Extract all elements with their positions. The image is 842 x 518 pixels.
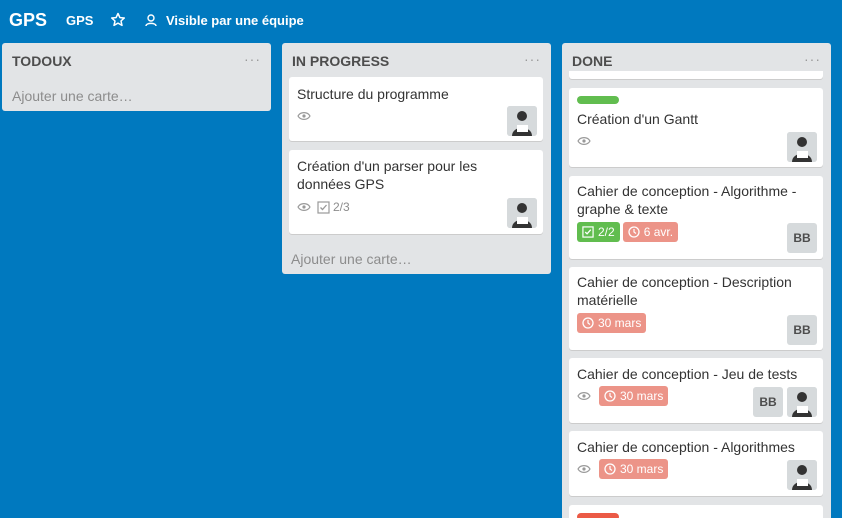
- member-avatar[interactable]: [507, 198, 537, 228]
- checklist-icon: [582, 226, 594, 238]
- card-title: Création d'un Gantt: [577, 111, 698, 127]
- card-partial[interactable]: [569, 71, 823, 79]
- member-avatar[interactable]: [787, 460, 817, 490]
- due-date: 30 mars: [620, 462, 664, 476]
- list-todoux: TODOUX ··· Ajouter une carte…: [2, 43, 271, 111]
- card-parser-gps[interactable]: Création d'un parser pour les données GP…: [289, 150, 543, 234]
- card-gantt[interactable]: Création d'un Gantt: [569, 88, 823, 167]
- checklist-count: 2/3: [333, 200, 350, 214]
- member-initials[interactable]: BB: [787, 223, 817, 253]
- card-title: Cahier de conception - Algorithme - grap…: [577, 183, 797, 217]
- card-structure-programme[interactable]: Structure du programme: [289, 77, 543, 141]
- card-title: Structure du programme: [297, 86, 449, 102]
- watch-icon: [577, 392, 591, 400]
- member-avatar[interactable]: [787, 132, 817, 162]
- avatar-icon: [787, 132, 817, 162]
- list-title[interactable]: DONE: [572, 53, 612, 69]
- list-title[interactable]: TODOUX: [12, 53, 72, 69]
- visibility-label[interactable]: Visible par une équipe: [166, 13, 304, 28]
- label-green[interactable]: [577, 96, 619, 104]
- clock-icon: [604, 463, 616, 475]
- member-avatar[interactable]: [787, 387, 817, 417]
- checklist-icon: [317, 200, 330, 214]
- team-visibility-icon[interactable]: [144, 13, 158, 27]
- checklist-badge: 2/2: [577, 222, 620, 242]
- card-badges: 30 mars: [577, 313, 647, 333]
- clock-icon: [582, 317, 594, 329]
- card-partial-bottom[interactable]: [569, 505, 823, 518]
- card-algorithmes[interactable]: Cahier de conception - Algorithmes 30 ma…: [569, 431, 823, 496]
- card-title: Cahier de conception - Description matér…: [577, 274, 792, 308]
- add-card-link[interactable]: Ajouter une carte…: [12, 88, 133, 104]
- due-date: 30 mars: [598, 316, 642, 330]
- watch-icon: [297, 203, 311, 211]
- due-date: 6 avr.: [643, 225, 674, 239]
- due-date: 30 mars: [620, 389, 664, 403]
- member-initials[interactable]: BB: [753, 387, 783, 417]
- watch-icon: [577, 137, 591, 145]
- avatar-icon: [507, 106, 537, 136]
- list-menu-icon[interactable]: ···: [244, 51, 261, 67]
- board-header: GPS GPS Visible par une équipe: [0, 0, 842, 40]
- card-badges: 2/3: [297, 197, 350, 217]
- watch-icon: [297, 112, 311, 120]
- due-date-badge: 30 mars: [577, 313, 647, 333]
- member-initials[interactable]: BB: [787, 315, 817, 345]
- card-title: Création d'un parser pour les données GP…: [297, 158, 478, 192]
- list-in-progress: IN PROGRESS ··· Structure du programme C…: [282, 43, 551, 274]
- card-jeu-de-tests[interactable]: Cahier de conception - Jeu de tests 30 m…: [569, 358, 823, 423]
- board-logo[interactable]: GPS: [9, 10, 47, 31]
- due-date-badge: 30 mars: [599, 386, 669, 406]
- card-badges: [577, 131, 591, 151]
- label-red[interactable]: [577, 513, 619, 518]
- avatar-icon: [787, 387, 817, 417]
- card-badges: 2/2 6 avr.: [577, 222, 679, 242]
- due-date-badge: 30 mars: [599, 459, 669, 479]
- card-title: Cahier de conception - Jeu de tests: [577, 366, 798, 382]
- list-title[interactable]: IN PROGRESS: [292, 53, 389, 69]
- watch-icon: [577, 465, 591, 473]
- avatar-icon: [507, 198, 537, 228]
- due-date-badge: 6 avr.: [622, 222, 679, 242]
- card-algorithme-graphe[interactable]: Cahier de conception - Algorithme - grap…: [569, 176, 823, 259]
- clock-icon: [604, 390, 616, 402]
- checklist-count: 2/2: [598, 225, 615, 239]
- board-name[interactable]: GPS: [66, 13, 93, 28]
- card-badges: [297, 106, 311, 126]
- checklist-badge: 2/3: [317, 200, 350, 214]
- add-card-link[interactable]: Ajouter une carte…: [291, 251, 412, 267]
- card-title: Cahier de conception - Algorithmes: [577, 439, 795, 455]
- star-icon[interactable]: [110, 12, 126, 28]
- list-done: DONE ··· Création d'un Gantt Cahier de c…: [562, 43, 831, 518]
- card-badges: 30 mars: [577, 386, 669, 406]
- card-badges: 30 mars: [577, 459, 669, 479]
- avatar-icon: [787, 460, 817, 490]
- list-menu-icon[interactable]: ···: [524, 51, 541, 67]
- list-menu-icon[interactable]: ···: [804, 51, 821, 67]
- clock-icon: [628, 226, 640, 238]
- card-description-materielle[interactable]: Cahier de conception - Description matér…: [569, 267, 823, 350]
- member-avatar[interactable]: [507, 106, 537, 136]
